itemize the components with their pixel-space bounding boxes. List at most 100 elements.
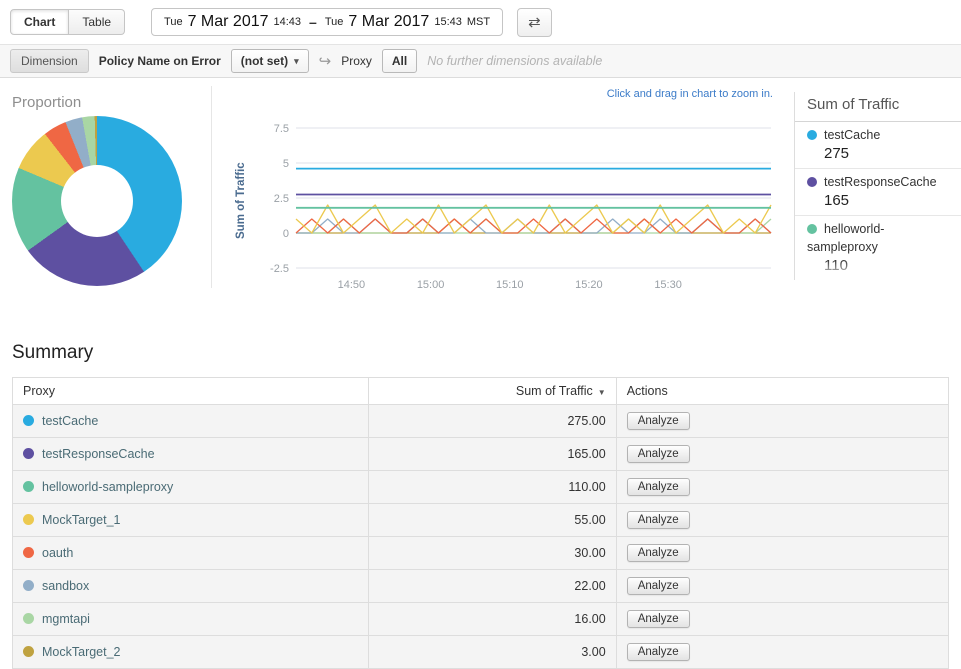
traffic-value-cell: 55.00: [368, 504, 616, 537]
top-toolbar: Chart Table Tue 7 Mar 2017 14:43 – Tue 7…: [0, 0, 961, 44]
start-day: Tue: [164, 16, 183, 28]
table-row: MockTarget_23.00Analyze: [13, 636, 949, 669]
analyze-button[interactable]: Analyze: [627, 544, 690, 562]
analyze-button[interactable]: Analyze: [627, 577, 690, 595]
series-color-dot: [23, 646, 34, 657]
series-color-dot: [23, 448, 34, 459]
proxy-name: sandbox: [42, 579, 89, 593]
legend-series-value: 275: [824, 145, 949, 162]
x-tick-label: 15:30: [654, 279, 682, 291]
proxy-cell: sandbox: [13, 570, 369, 603]
traffic-value-cell: 16.00: [368, 603, 616, 636]
legend-item[interactable]: testCache275: [795, 122, 961, 169]
end-time: 15:43: [434, 16, 462, 28]
legend-series-value: 165: [824, 192, 949, 209]
table-row: sandbox 22.00 Analyze: [13, 570, 949, 603]
analyze-button[interactable]: Analyze: [627, 412, 690, 430]
summary-title: Summary: [12, 342, 949, 364]
actions-cell: Analyze: [616, 471, 948, 504]
legend-item[interactable]: testResponseCache 165: [795, 169, 961, 216]
y-axis-label: Sum of Traffic: [233, 128, 249, 273]
zoom-hint: Click and drag in chart to zoom in.: [607, 88, 773, 100]
summary-header-row: Proxy Sum of Traffic▼ Actions: [13, 378, 949, 405]
proxy-cell: MockTarget_2: [13, 636, 369, 669]
proxy-cell: testResponseCache: [13, 438, 369, 471]
traffic-value-cell: 22.00: [368, 570, 616, 603]
proxy-cell: oauth: [13, 537, 369, 570]
traffic-value-cell: 165.00: [368, 438, 616, 471]
actions-cell: Analyze: [616, 405, 948, 438]
x-tick-label: 15:00: [417, 279, 445, 291]
table-row: testCache 275.00 Analyze: [13, 405, 949, 438]
refresh-icon: ⇄: [528, 14, 541, 31]
dimension-selected-value: (not set): [241, 54, 288, 68]
column-header-traffic[interactable]: Sum of Traffic▼: [368, 378, 616, 405]
actions-cell: Analyze: [616, 438, 948, 471]
traffic-line-chart[interactable]: 7.552.50-2.514:5015:0015:1015:2015:30: [256, 116, 781, 306]
proxy-cell: MockTarget_1: [13, 504, 369, 537]
series-color-dot: [23, 547, 34, 558]
legend-series-name: testResponseCache: [824, 175, 937, 189]
series-color-dot: [23, 415, 34, 426]
proxy-name: helloworld-sampleproxy: [42, 480, 173, 494]
column-header-actions: Actions: [616, 378, 948, 405]
proxy-name: oauth: [42, 546, 73, 560]
analytics-dashboard: Chart Table Tue 7 Mar 2017 14:43 – Tue 7…: [0, 0, 961, 669]
y-tick-label: -2.5: [270, 263, 289, 275]
y-tick-label: 5: [283, 158, 289, 170]
analyze-button[interactable]: Analyze: [627, 478, 690, 496]
series-color-dot: [23, 613, 34, 624]
legend-items: testCache275 testResponseCache 165 hellowor…: [795, 122, 961, 280]
chart-section: Proportion Sum of Traffic 7.552.50-2.514…: [0, 78, 961, 318]
no-more-dimensions-text: No further dimensions available: [427, 54, 602, 68]
summary-section: Summary Proxy Sum of Traffic▼ Actions te…: [12, 342, 949, 669]
dimension-value-dropdown[interactable]: (not set) ▾: [231, 49, 309, 73]
date-range-separator: –: [309, 14, 317, 30]
view-toggle: Chart Table: [10, 9, 125, 35]
donut-hole: [61, 165, 133, 237]
end-day: Tue: [325, 16, 344, 28]
refresh-button[interactable]: ⇄: [517, 8, 552, 37]
start-time: 14:43: [274, 16, 302, 28]
legend-item[interactable]: helloworld-sampleproxy110: [795, 216, 961, 280]
chart-legend: Sum of Traffic testCache275testResponseC…: [794, 92, 961, 280]
proxy-filter-button[interactable]: All: [382, 49, 417, 73]
proxy-cell: mgmtapi: [13, 603, 369, 636]
analyze-button[interactable]: Analyze: [627, 610, 690, 628]
proportion-donut-chart[interactable]: [12, 116, 182, 286]
table-view-button[interactable]: Table: [69, 9, 125, 35]
series-color-dot: [23, 580, 34, 591]
proxy-name: testCache: [42, 414, 98, 428]
table-row: oauth30.00Analyze: [13, 537, 949, 570]
dimension-name: Policy Name on Error: [99, 54, 221, 68]
column-header-traffic-label: Sum of Traffic: [516, 384, 593, 398]
analyze-button[interactable]: Analyze: [627, 445, 690, 463]
series-color-dot: [23, 481, 34, 492]
series-color-dot: [807, 224, 817, 234]
y-tick-label: 0: [283, 228, 289, 240]
proxy-name: testResponseCache: [42, 447, 155, 461]
proxy-name: MockTarget_2: [42, 645, 121, 659]
analyze-button[interactable]: Analyze: [627, 511, 690, 529]
date-range-picker[interactable]: Tue 7 Mar 2017 14:43 – Tue 7 Mar 2017 15…: [151, 8, 503, 36]
dimension-bar: Dimension Policy Name on Error (not set)…: [0, 44, 961, 78]
chart-view-button[interactable]: Chart: [10, 9, 69, 35]
actions-cell: Analyze: [616, 570, 948, 603]
proxy-cell: testCache: [13, 405, 369, 438]
end-date: 7 Mar 2017: [348, 13, 429, 31]
proportion-label: Proportion: [12, 94, 81, 111]
legend-title: Sum of Traffic: [795, 92, 961, 122]
actions-cell: Analyze: [616, 504, 948, 537]
traffic-value-cell: 275.00: [368, 405, 616, 438]
column-header-proxy[interactable]: Proxy: [13, 378, 369, 405]
summary-table: Proxy Sum of Traffic▼ Actions testCache 2…: [12, 377, 949, 669]
proxy-name: mgmtapi: [42, 612, 90, 626]
timezone-label: MST: [467, 16, 490, 28]
analyze-button[interactable]: Analyze: [627, 643, 690, 661]
caret-down-icon: ▾: [294, 56, 299, 67]
y-tick-label: 2.5: [274, 193, 289, 205]
proxy-name: MockTarget_1: [42, 513, 121, 527]
table-row: mgmtapi 16.00 Analyze: [13, 603, 949, 636]
legend-series-value: 110: [824, 257, 949, 274]
series-color-dot: [807, 177, 817, 187]
